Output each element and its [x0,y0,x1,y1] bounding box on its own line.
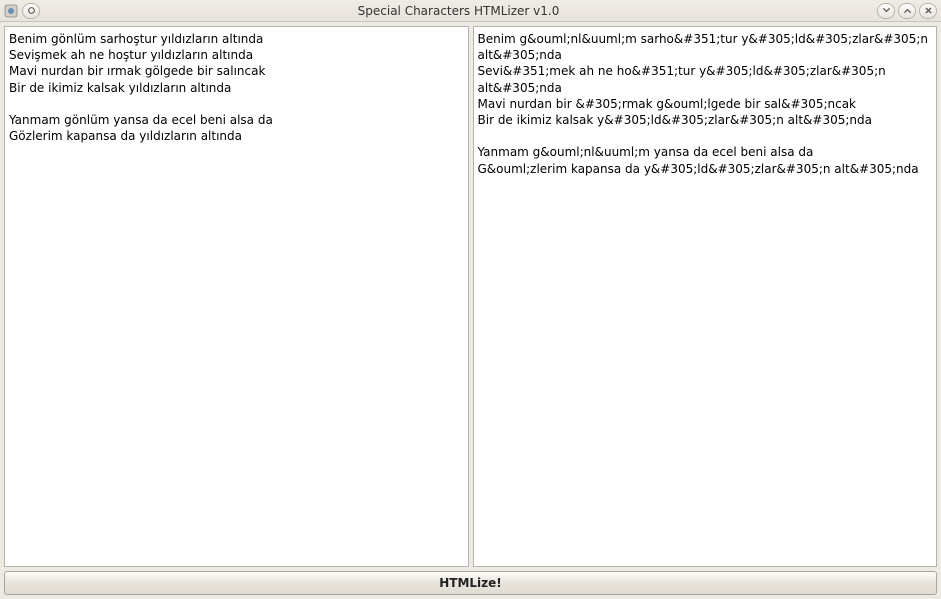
window-title: Special Characters HTMLizer v1.0 [44,4,873,18]
maximize-button[interactable] [898,3,916,19]
output-textarea[interactable] [473,26,938,567]
input-textarea[interactable] [4,26,469,567]
close-button[interactable] [919,3,937,19]
app-window: Special Characters HTMLizer v1.0 HTMLize… [0,0,941,599]
titlebar: Special Characters HTMLizer v1.0 [0,0,941,22]
htmlize-button-label: HTMLize! [439,576,502,590]
window-content: HTMLize! [0,22,941,599]
htmlize-button[interactable]: HTMLize! [4,571,937,595]
titlebar-controls [877,3,937,19]
text-panels [4,26,937,567]
window-menu-button[interactable] [22,3,40,19]
minimize-button[interactable] [877,3,895,19]
app-icon [4,4,18,18]
titlebar-left [4,3,40,19]
